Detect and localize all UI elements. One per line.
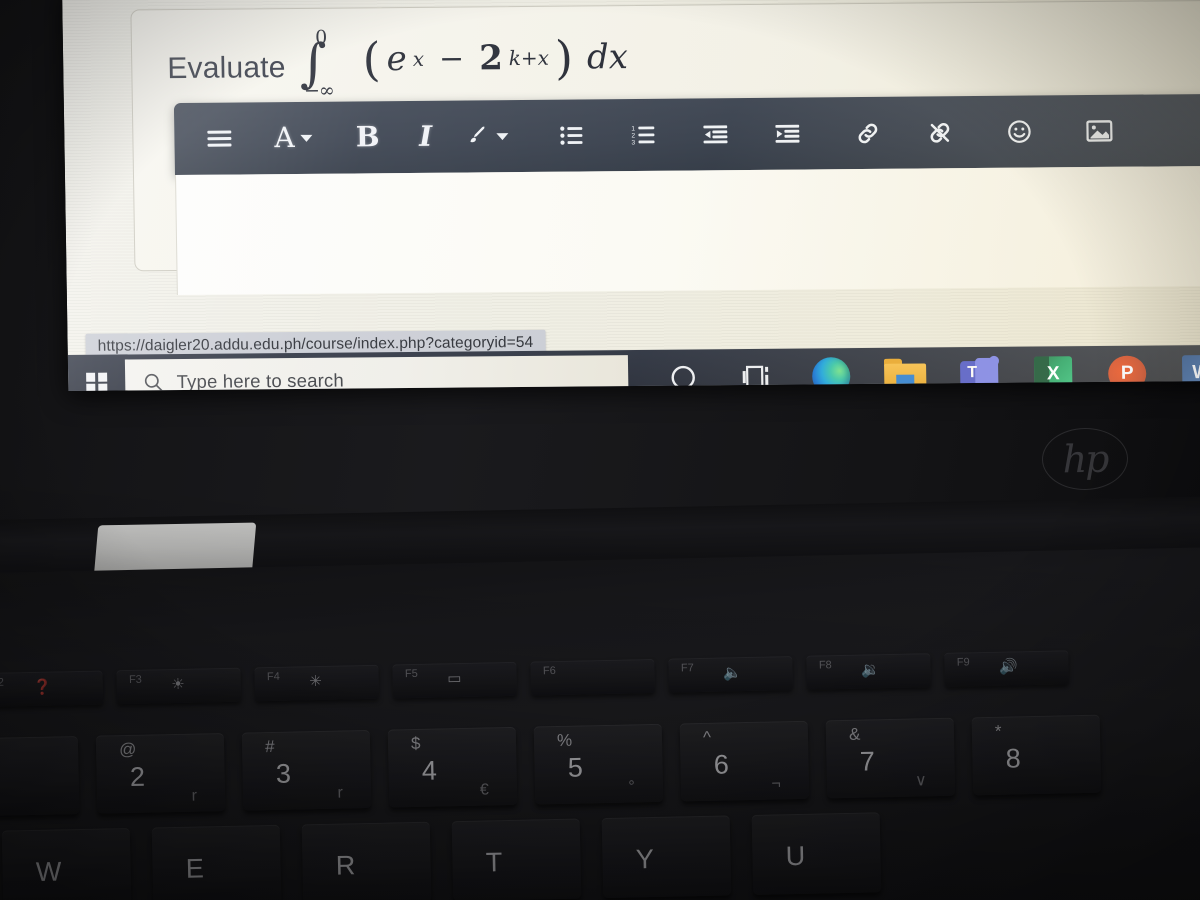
brush-icon [470, 126, 486, 143]
editor-content-area[interactable] [174, 165, 1200, 296]
key-f4[interactable]: F4 ✳ [254, 664, 380, 702]
key-3[interactable]: #3 r [241, 729, 372, 811]
term1-exponent: x [412, 46, 425, 71]
letter-a-icon: A [274, 120, 295, 155]
decrease-indent-icon [703, 125, 728, 144]
paragraph-styles-button[interactable] [196, 115, 243, 161]
taskbar-item-cortana[interactable] [646, 349, 721, 391]
math-expression: ∫ 0 −∞ ( ex − 2 k+x ) dx [299, 26, 629, 102]
term2-exponent: k+x [508, 45, 550, 71]
key-y[interactable]: Y [601, 815, 732, 899]
key-1[interactable]: !1 [0, 736, 80, 817]
svg-text:2: 2 [632, 132, 636, 139]
minus-operator: − [438, 40, 465, 77]
numbered-list-button[interactable]: 1 2 3 [620, 112, 667, 158]
key-e[interactable]: E [151, 824, 282, 900]
unlink-button[interactable] [916, 109, 963, 155]
start-button[interactable] [68, 354, 126, 391]
taskbar-search-placeholder: Type here to search [176, 369, 345, 391]
insert-image-button[interactable] [1076, 108, 1123, 154]
key-w[interactable]: W [1, 827, 132, 900]
svg-text:3: 3 [632, 139, 636, 145]
font-color-button[interactable]: A [268, 115, 319, 161]
integral-symbol: ∫ 0 −∞ [299, 26, 334, 102]
key-5[interactable]: % 5 ° [533, 723, 664, 805]
key-4[interactable]: $4 € [387, 726, 518, 808]
laptop-keyboard-deck: F2❓ F3☀ F4✳ F5▭ F6 F7🔈 F8🔉 F9🔊 !1 @2r #3… [0, 546, 1200, 900]
key-f6[interactable]: F6 [530, 658, 656, 696]
key-f5[interactable]: F5 ▭ [392, 661, 518, 699]
unlink-icon [930, 122, 949, 143]
key-8[interactable]: * 8 [971, 714, 1102, 796]
key-u[interactable]: U [751, 812, 882, 895]
bold-button[interactable]: B [344, 114, 391, 160]
increase-indent-button[interactable] [764, 110, 811, 156]
open-paren: ( [362, 32, 382, 87]
key-r[interactable]: R [301, 821, 432, 900]
differential: dx [586, 37, 629, 78]
italic-button[interactable]: I [402, 114, 449, 160]
taskbar-search-box[interactable]: Type here to search [125, 355, 629, 391]
term2-base: 2 [478, 38, 504, 79]
keyboard-number-row: !1 @2r #3r $4€ %5° ^6¬ &7∨ *8 [0, 714, 1102, 817]
bold-icon: B [355, 120, 380, 154]
numbered-list-icon: 1 2 3 [631, 125, 655, 145]
editor-toolbar: A B I 1 2 3 [173, 93, 1200, 176]
key-7[interactable]: & 7 ∨ [825, 717, 956, 799]
link-icon [858, 123, 877, 143]
search-icon [145, 373, 164, 391]
key-t[interactable]: T [451, 818, 582, 900]
key-6[interactable]: ^ 6 ¬ [679, 720, 810, 802]
windows-logo-icon [86, 372, 108, 391]
term1-base: e [386, 38, 408, 80]
question-lead-label: Evaluate [167, 50, 286, 85]
close-paren: ) [554, 30, 574, 85]
taskbar-item-task-view[interactable] [720, 349, 795, 391]
decrease-indent-button[interactable] [692, 111, 739, 157]
bullet-list-button[interactable] [548, 112, 595, 158]
integral-lower-limit: −∞ [303, 79, 334, 102]
key-2[interactable]: @2 r [95, 732, 226, 814]
smiley-icon [1008, 120, 1031, 143]
integral-upper-limit: 0 [315, 26, 328, 49]
chevron-down-icon[interactable] [496, 132, 509, 140]
keyboard-letter-row: W E R T Y U [1, 812, 882, 900]
key-f9[interactable]: F9 🔊 [944, 650, 1069, 687]
keyboard-function-row: F2 ❓ F3 ☀ F4 ✳ F5 ▭ F6 F7 🔈 F8 🔉 F9 🔊 [0, 650, 1069, 708]
bullet-list-icon [560, 126, 583, 145]
svg-text:1: 1 [631, 125, 635, 132]
image-icon [1086, 120, 1113, 142]
key-f8[interactable]: F8 🔉 [806, 653, 931, 690]
browser-page: Evaluate ∫ 0 −∞ ( ex − 2 k+x ) dx A B I … [62, 0, 1200, 391]
chevron-down-icon[interactable] [300, 134, 313, 142]
increase-indent-icon [775, 124, 800, 143]
hamburger-icon [207, 130, 232, 147]
laptop-screen: Evaluate ∫ 0 −∞ ( ex − 2 k+x ) dx A B I … [62, 0, 1200, 391]
laptop-photo: Evaluate ∫ 0 −∞ ( ex − 2 k+x ) dx A B I … [0, 0, 1200, 900]
key-f2[interactable]: F2 ❓ [0, 670, 104, 708]
insert-emoji-button[interactable] [996, 108, 1043, 154]
key-f7[interactable]: F7 🔈 [668, 656, 793, 693]
question-text: Evaluate ∫ 0 −∞ ( ex − 2 k+x ) dx [167, 26, 629, 102]
italic-icon: I [418, 119, 433, 153]
highlight-button[interactable] [460, 113, 515, 159]
key-f3[interactable]: F3 ☀ [116, 667, 242, 705]
insert-link-button[interactable] [844, 110, 891, 156]
